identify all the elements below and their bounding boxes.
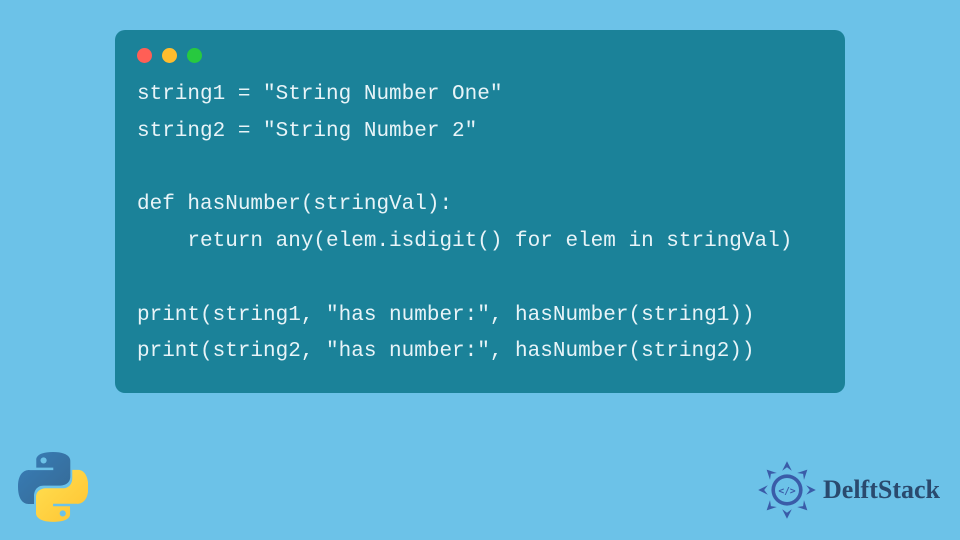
code-block: string1 = "String Number One" string2 = … — [137, 77, 823, 371]
brand-name: DelftStack — [823, 475, 940, 505]
code-window: string1 = "String Number One" string2 = … — [115, 30, 845, 393]
python-logo-icon — [18, 452, 88, 522]
delftstack-logo: </> DelftStack — [757, 460, 940, 520]
delftstack-emblem-icon: </> — [757, 460, 817, 520]
close-dot-icon — [137, 48, 152, 63]
minimize-dot-icon — [162, 48, 177, 63]
window-controls — [137, 48, 823, 63]
svg-text:</>: </> — [778, 486, 796, 497]
maximize-dot-icon — [187, 48, 202, 63]
